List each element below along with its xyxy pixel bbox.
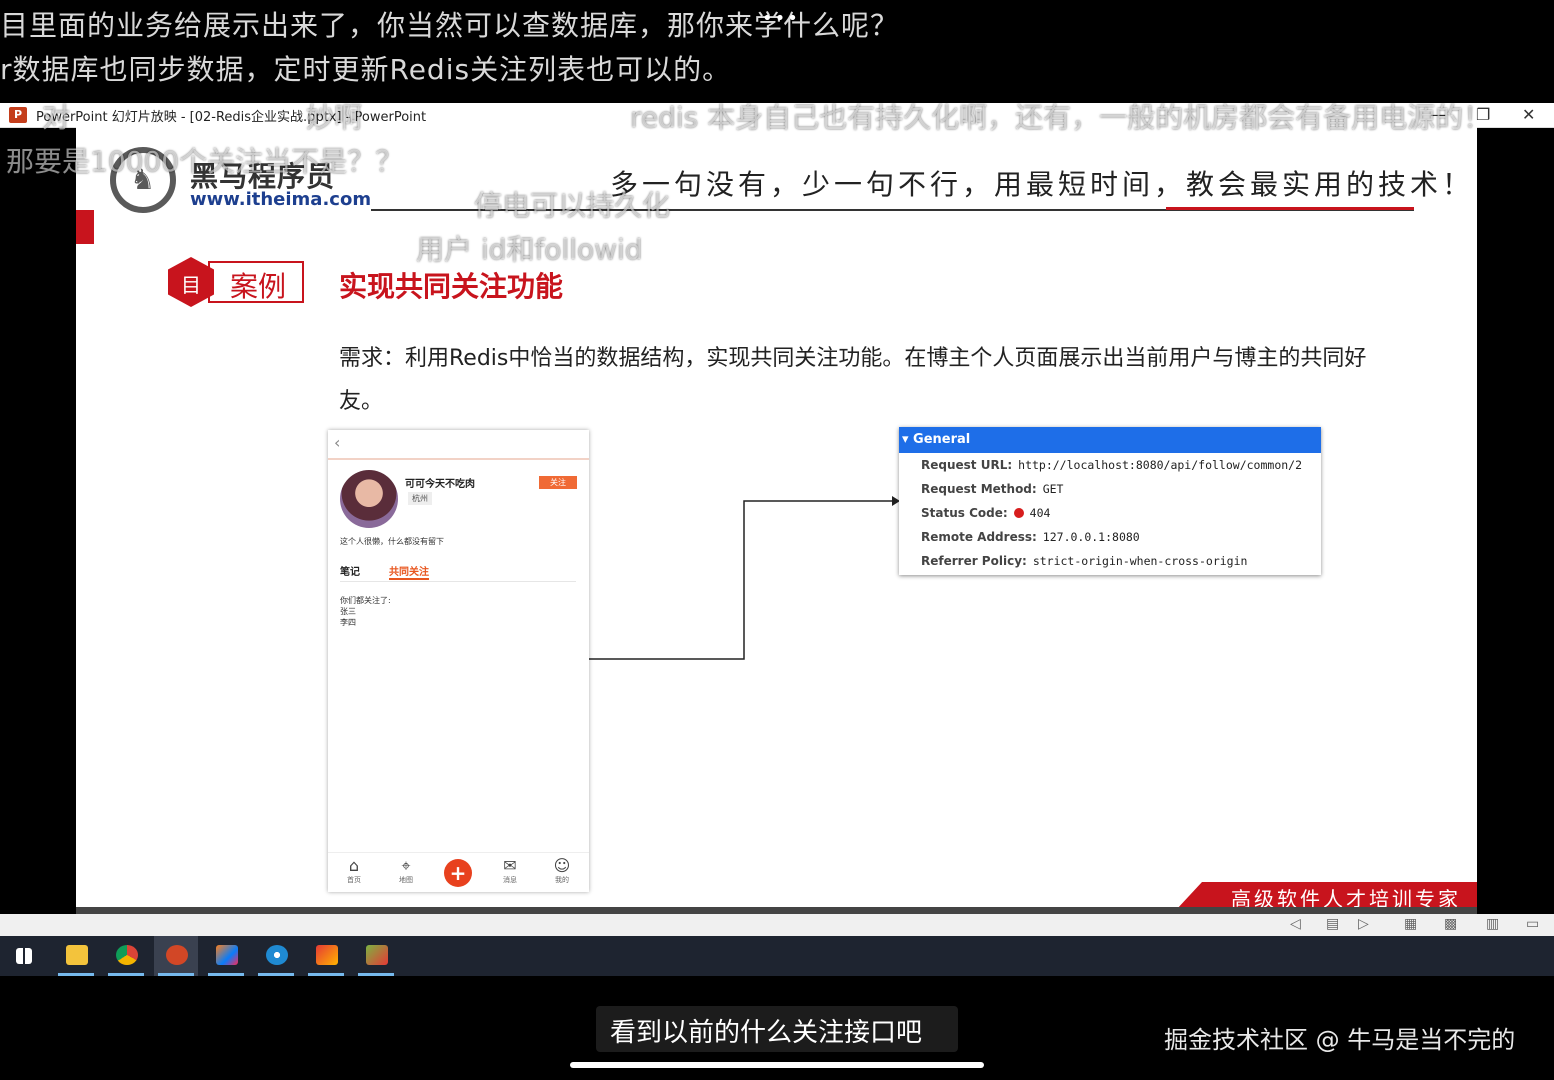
map-pin-icon: ⌖	[401, 856, 411, 875]
nav-me[interactable]: ☺ 我的	[542, 857, 582, 885]
close-button[interactable]: ✕	[1522, 105, 1535, 124]
caption-line-2: r数据库也同步数据，定时更新Redis关注列表也可以的。	[0, 53, 732, 86]
row-key: Remote Address:	[921, 530, 1037, 544]
row-key: Request Method:	[921, 482, 1037, 496]
chrome-icon[interactable]	[104, 936, 148, 976]
slideshow-view-icon[interactable]: ▭	[1526, 916, 1539, 932]
list-title: 你们都关注了:	[340, 596, 391, 605]
devtools-general-panel: ▾ General Request URL: http://localhost:8…	[899, 427, 1321, 575]
referrer-policy-row: Referrer Policy: strict-origin-when-cross…	[921, 554, 1247, 568]
nav-map[interactable]: ⌖ 地图	[386, 857, 426, 885]
nav-home[interactable]: ⌂ 首页	[334, 857, 374, 885]
request-url-row: Request URL: http://localhost:8080/api/fo…	[921, 458, 1302, 472]
message-icon: ✉	[503, 856, 517, 875]
status-error-icon	[1013, 508, 1024, 518]
avatar	[340, 470, 398, 528]
slideshow-statusbar: ◁ ▤ ▷ ▦ ▩ ▥ ▭	[0, 914, 1554, 936]
windows-start-icon[interactable]	[2, 936, 46, 976]
row-value: GET	[1042, 482, 1064, 496]
row-value: strict-origin-when-cross-origin	[1032, 554, 1248, 568]
phone-topbar: ‹	[328, 430, 589, 460]
profile-desc: 这个人很懒，什么都没有留下	[340, 537, 444, 546]
app-blue-icon[interactable]	[254, 936, 298, 976]
common-follow-list: 你们都关注了: 张三 李四	[340, 595, 391, 628]
nav-home-label: 首页	[347, 876, 361, 884]
danmaku-comment: 用户 id和followid	[416, 233, 643, 266]
notes-icon[interactable]: ▤	[1326, 916, 1339, 932]
normal-view-icon[interactable]: ▦	[1404, 916, 1417, 932]
list-item: 张三	[340, 607, 356, 616]
home-icon: ⌂	[348, 856, 360, 875]
video-subtitle: 看到以前的什么关注接口吧	[596, 1006, 958, 1052]
intellij-icon[interactable]	[204, 936, 248, 976]
sorter-view-icon[interactable]: ▩	[1444, 916, 1457, 932]
subtitle-text: 看到以前的什么关注接口吧	[610, 1018, 923, 1048]
app-red-icon[interactable]	[304, 936, 348, 976]
general-section-header[interactable]: ▾ General	[899, 427, 1321, 453]
row-value: http://localhost:8080/api/follow/common/…	[1018, 458, 1303, 472]
nav-message[interactable]: ✉ 消息	[490, 857, 530, 885]
row-key: Status Code:	[921, 506, 1008, 520]
file-explorer-icon[interactable]	[54, 936, 98, 976]
user-icon: ☺	[553, 856, 571, 875]
row-value: 127.0.0.1:8080	[1042, 530, 1140, 544]
list-item: 李四	[340, 618, 356, 627]
home-indicator[interactable]	[570, 1062, 984, 1068]
nav-map-label: 地图	[399, 876, 413, 884]
danmaku-comment: 停电可以持久化	[474, 189, 671, 222]
profile-name: 可可今天不吃肉	[405, 479, 475, 490]
bottom-nav: ⌂ 首页 ⌖ 地图 + ✉ 消息 ☺ 我的	[328, 852, 589, 893]
profile-city: 杭州	[408, 492, 432, 505]
back-icon[interactable]: ‹	[334, 433, 340, 452]
next-icon[interactable]: ▷	[1358, 916, 1369, 932]
tab-underline	[389, 578, 429, 580]
juejin-watermark: 掘金技术社区 @ 牛马是当不完的	[1164, 1026, 1516, 1054]
status-code-row: Status Code: 404	[921, 506, 1050, 520]
slide-canvas: ♞ 黑马程序员 www.itheima.com 多一句没有，少一句不行，用最短时…	[76, 127, 1477, 907]
tab-notes[interactable]: 笔记	[340, 563, 360, 578]
danmaku-comment: 妙啊	[306, 101, 363, 134]
powerpoint-icon: P	[9, 107, 27, 123]
row-key: Request URL:	[921, 458, 1013, 472]
tab-divider	[340, 581, 576, 582]
remote-address-row: Remote Address: 127.0.0.1:8080	[921, 530, 1140, 544]
window-title: PowerPoint 幻灯片放映 - [02-Redis企业实战.pptx] -…	[36, 110, 427, 125]
tab-common-follow[interactable]: 共同关注	[389, 563, 429, 578]
more-dots[interactable]: •••	[762, 8, 800, 29]
follow-button[interactable]: 关注	[539, 476, 577, 489]
windows-taskbar	[0, 936, 1554, 976]
powerpoint-taskbar-icon[interactable]	[154, 936, 198, 976]
phone-mockup: ‹ 可可今天不吃肉 杭州 关注 这个人很懒，什么都没有留下 笔记 共同关注 你们…	[328, 430, 589, 892]
reading-view-icon[interactable]: ▥	[1486, 916, 1499, 932]
row-value: 404	[1029, 506, 1051, 520]
row-key: Referrer Policy:	[921, 554, 1027, 568]
prev-icon[interactable]: ◁	[1290, 916, 1301, 932]
danmaku-comment: 对	[42, 101, 71, 134]
danmaku-comment: redis 本身自己也有持久化啊，还有，一般的机房都会有备用电源的！	[630, 101, 1492, 134]
app-tools-icon[interactable]	[354, 936, 398, 976]
danmaku-comment: 那要是10000个关注当不是？？	[6, 145, 404, 178]
footer-text: 高级软件人才培训专家	[1231, 887, 1461, 907]
slide-bottom-bar	[76, 907, 1477, 914]
nav-me-label: 我的	[555, 876, 569, 884]
nav-message-label: 消息	[503, 876, 517, 884]
add-button[interactable]: +	[444, 859, 472, 887]
request-method-row: Request Method: GET	[921, 482, 1063, 496]
